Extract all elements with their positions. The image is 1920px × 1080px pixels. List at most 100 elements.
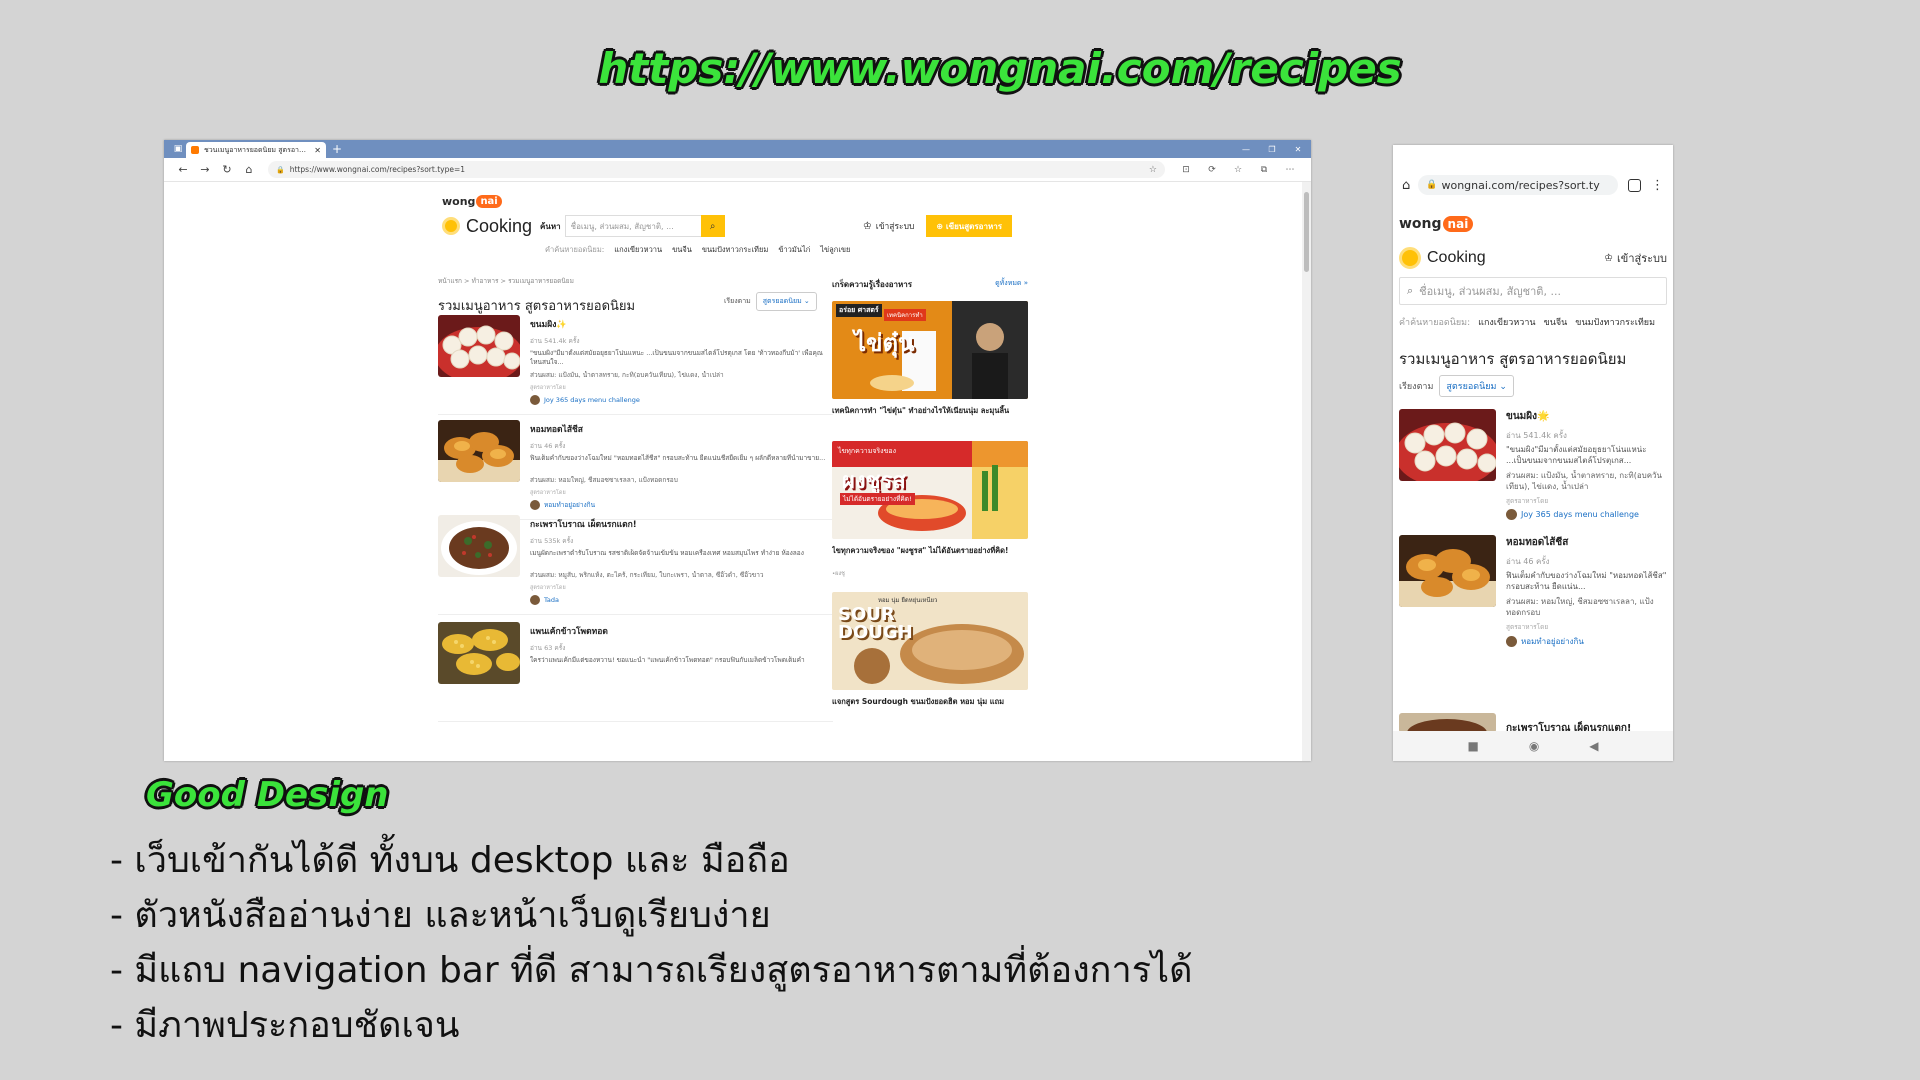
logo-nai-text: nai [1442,216,1474,232]
search-bar: ค้นหา ชื่อเมนู, ส่วนผสม, สัญชาติ, ... ⌕ [540,215,725,237]
recipe-thumbnail[interactable] [1399,535,1496,607]
search-icon: ⌕ [1407,284,1414,297]
more-menu-icon[interactable]: ⋮ [1651,178,1664,193]
recipe-title[interactable]: กะเพราโบราณ เผ็ดนรกแตก! [530,517,833,531]
article-image[interactable]: ไขทุกความจริงของ ผงชูรส ไม่ได้อันตรายอย่… [832,441,1028,539]
recipe-author[interactable]: Tada [530,594,833,605]
back-icon[interactable]: ← [172,163,194,176]
recipe-description: ฟินเต็มคำกับของว่างโฉมใหม่ "หอมทอดไส้ชีส… [1506,571,1667,592]
article-card[interactable]: หอม นุ่ม ยืดหยุ่นเหนียว SOUR DOUGH แจกสู… [832,592,1028,718]
recipe-ingredients: ส่วนผสม: หอมใหญ่, ชีสมอซซาเรลลา, แป้งทอด… [1506,597,1654,618]
popular-item[interactable]: ข้าวมันไก่ [778,244,810,256]
login-label: เข้าสู่ระบบ [1617,252,1667,265]
avatar [530,499,540,510]
recipe-title[interactable]: หอมทอดไส้ชีส [530,422,833,436]
recipe-thumbnail[interactable] [1399,409,1496,481]
wongnai-logo[interactable]: wong nai [1399,213,1474,232]
home-icon[interactable]: ⌂ [238,163,260,176]
close-tab-icon[interactable]: ✕ [314,146,321,155]
sort-select[interactable]: สูตรยอดนิยม ⌄ [1439,375,1514,397]
recipe-title[interactable]: แพนเค้กข้าวโพดทอด [530,624,833,638]
recipe-card[interactable]: หอมทอดไส้ชีส อ่าน 46 ครั้ง ฟินเต็มคำกับข… [1399,535,1667,648]
login-link[interactable]: ♔ เข้าสู่ระบบ [1604,249,1667,267]
search-input[interactable]: ชื่อเมนู, ส่วนผสม, สัญชาติ, ... [564,215,701,237]
recipe-thumbnail[interactable] [438,315,520,377]
see-all-link[interactable]: ดูทั้งหมด » [995,278,1028,291]
write-recipe-button[interactable]: ⊕ เขียนสูตรอาหาร [926,215,1012,237]
article-card[interactable]: อร่อย ศาสตร์ เทคนิคการทำ ไข่ตุ๋น เทคนิคก… [832,301,1028,427]
tab-actions-icon[interactable]: ▣ [170,142,186,156]
recipe-author[interactable]: Joy 365 days menu challenge [530,394,833,405]
sort-select[interactable]: สูตรยอดนิยม ⌄ [755,292,817,311]
mobile-url-field[interactable]: 🔒 wongnai.com/recipes?sort.ty [1418,175,1618,195]
login-label: เข้าสู่ระบบ [875,222,915,232]
popular-item[interactable]: ขนจีน [672,244,692,256]
avatar [1506,509,1517,520]
recipe-card[interactable]: แพนเค้กข้าวโพดทอด อ่าน 63 ครั้ง ใครว่าแพ… [438,622,833,722]
favorite-star-icon[interactable]: ☆ [1149,165,1157,175]
recipe-title[interactable]: ขนมผิง🌟 [1506,409,1667,424]
close-window-icon[interactable]: ✕ [1285,145,1311,154]
recipe-author[interactable]: หอมทำอยู่อย่างกิน [530,499,833,510]
extensions-icon[interactable]: ⊡ [1173,165,1199,175]
popular-item[interactable]: ขนมปังทาวกระเทียม [702,244,768,256]
popular-item[interactable]: ไข่ลูกเขย [820,244,850,256]
cooking-brand[interactable]: Cooking [1427,249,1486,267]
article-title[interactable]: เทคนิคการทำ "ไข่ตุ๋น" ทำอย่างไรให้เนียนน… [832,405,1028,427]
article-image[interactable]: อร่อย ศาสตร์ เทคนิคการทำ ไข่ตุ๋น [832,301,1028,399]
mobile-search-input[interactable]: ⌕ ชื่อเมนู, ส่วนผสม, สัญชาติ, ... [1399,277,1667,305]
page-scrollbar[interactable] [1302,182,1311,761]
breadcrumb[interactable]: หน้าแรก > ทำอาหาร > รวมเมนูอาหารยอดนิยม [438,276,574,286]
mobile-address-bar: ⌂ 🔒 wongnai.com/recipes?sort.ty ⋮ [1393,175,1673,195]
url-field[interactable]: 🔒 https://www.wongnai.com/recipes?sort.t… [268,161,1165,178]
recipe-thumbnail[interactable] [438,622,520,684]
popular-item[interactable]: แกงเขียวหวาน [614,244,662,256]
cooking-logo-icon [442,217,460,235]
recipe-card[interactable]: ขนมผิง✨ อ่าน 541.4k ครั้ง "ขนมผิง"มีมาตั… [438,315,833,415]
search-label: ค้นหา [540,221,561,231]
back-icon[interactable]: ◀ [1589,739,1598,753]
popular-item[interactable]: ขนมปังทาวกระเทียม [1575,315,1655,329]
scrollbar-thumb[interactable] [1304,192,1309,272]
forward-icon[interactable]: → [194,163,216,176]
recipe-author[interactable]: Joy 365 days menu challenge [1506,509,1667,520]
new-tab-icon[interactable]: + [332,142,342,156]
wongnai-logo[interactable]: wong nai [442,195,502,208]
home-icon[interactable]: ⌂ [1402,178,1410,193]
refresh-ext-icon[interactable]: ⟳ [1199,165,1225,175]
minimize-icon[interactable]: — [1233,145,1259,154]
recipe-title[interactable]: ขนมผิง✨ [530,317,833,331]
login-link[interactable]: ♔ เข้าสู่ระบบ [863,219,915,233]
recents-icon[interactable]: ■ [1467,739,1478,753]
popular-item[interactable]: ขนจีน [1544,315,1568,329]
recipe-thumbnail[interactable] [438,515,520,577]
recipe-title[interactable]: หอมทอดไส้ชีส [1506,535,1667,550]
recipe-thumbnail[interactable] [1399,713,1496,733]
article-image[interactable]: หอม นุ่ม ยืดหยุ่นเหนียว SOUR DOUGH [832,592,1028,690]
recipe-card[interactable]: ขนมผิง🌟 อ่าน 541.4k ครั้ง "ขนมผิง"มีมาตั… [1399,409,1667,520]
tab-switcher-icon[interactable] [1628,178,1641,192]
home-button-icon[interactable]: ◉ [1529,739,1539,753]
article-image-headline: SOUR DOUGH [838,604,913,643]
popular-item[interactable]: แกงเขียวหวาน [1478,315,1535,329]
design-note: - มีภาพประกอบชัดเจน [110,1005,460,1046]
mobile-browser-screenshot: ⌂ 🔒 wongnai.com/recipes?sort.ty ⋮ wong nai… [1393,145,1673,761]
article-title[interactable]: ไขทุกความจริงของ "ผงชูรส" ไม่ได้อันตรายอ… [832,545,1028,567]
recipe-author[interactable]: หอมทำอยู่อย่างกิน [1506,635,1667,648]
more-menu-icon[interactable]: ⋯ [1277,165,1303,175]
collections-icon[interactable]: ⧉ [1251,165,1277,175]
recipe-thumbnail[interactable] [438,420,520,482]
article-card[interactable]: ไขทุกความจริงของ ผงชูรส ไม่ได้อันตรายอย่… [832,441,1028,578]
reload-icon[interactable]: ↻ [216,163,238,176]
browser-tab-active[interactable]: ชวนเมนูอาหารยอดนิยม สูตรอาหาร ไ... ✕ [186,142,326,158]
recipe-card[interactable]: หอมทอดไส้ชีส อ่าน 46 ครั้ง ฟินเต็มคำกับข… [438,420,833,520]
knowledge-sidebar: เกร็ดความรู้เรื่องอาหาร ดูทั้งหมด » อร่อ… [832,278,1028,718]
cooking-brand[interactable]: Cooking [466,216,532,237]
recipe-by-label: สูตรอาหารโดย [530,584,566,591]
article-title[interactable]: แจกสูตร Sourdough ขนมปังยอดฮิต หอม นุ่ม … [832,696,1028,718]
restore-icon[interactable]: ❐ [1259,145,1285,154]
favorites-icon[interactable]: ☆ [1225,165,1251,175]
search-button[interactable]: ⌕ [700,215,725,237]
author-name: Joy 365 days menu challenge [1521,510,1639,519]
recipe-card[interactable]: กะเพราโบราณ เผ็ดนรกแตก! อ่าน 535k ครั้ง … [438,515,833,615]
